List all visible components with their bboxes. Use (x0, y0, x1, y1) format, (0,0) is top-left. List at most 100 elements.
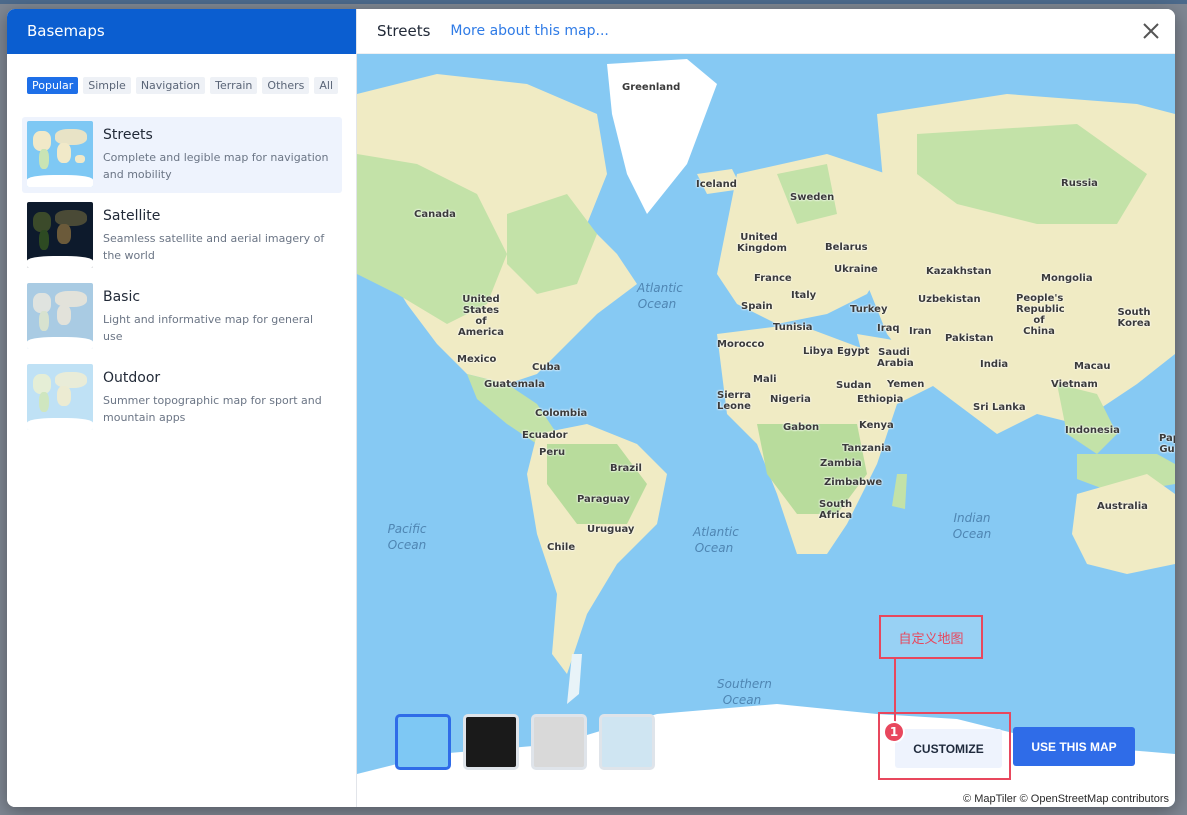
filter-others[interactable]: Others (262, 77, 310, 94)
map-label: Nigeria (770, 394, 811, 405)
map-label: United Kingdom (737, 232, 787, 254)
basemap-item-streets[interactable]: Streets Complete and legible map for nav… (22, 117, 342, 193)
map-label: Chile (547, 542, 576, 553)
close-icon (1143, 23, 1159, 39)
map-label: Morocco (717, 339, 765, 350)
filter-navigation[interactable]: Navigation (135, 77, 206, 94)
filter-simple[interactable]: Simple (83, 77, 131, 94)
map-label: Zimbabwe (824, 477, 883, 488)
map-label: Tanzania (842, 443, 892, 454)
map-label: Vietnam (1051, 379, 1098, 390)
map-label: France (754, 273, 792, 284)
map-canvas[interactable]: Greenland Iceland Canada Russia Sweden U… (357, 54, 1175, 807)
basemap-item-title: Streets (103, 127, 153, 143)
map-label: Kenya (859, 420, 894, 431)
map-label: Peru (539, 447, 566, 458)
basemap-list: Streets Complete and legible map for nav… (22, 117, 342, 441)
style-variant-light[interactable] (599, 714, 655, 770)
map-label: Uruguay (587, 524, 635, 535)
outdoor-thumbnail (27, 364, 93, 430)
basic-thumbnail (27, 283, 93, 349)
style-variant-default[interactable] (395, 714, 451, 770)
map-label: Yemen (887, 379, 925, 390)
map-label: Greenland (622, 82, 681, 93)
map-label: Sri Lanka (973, 402, 1026, 413)
filter-terrain[interactable]: Terrain (210, 77, 258, 94)
basemap-item-title: Satellite (103, 208, 161, 224)
style-variant-gray[interactable] (531, 714, 587, 770)
basemap-item-desc: Summer topographic map for sport and mou… (103, 394, 322, 424)
map-label: Sweden (790, 192, 835, 203)
map-label: Italy (791, 290, 817, 301)
map-label: Indonesia (1065, 425, 1120, 436)
map-label: Saudi Arabia (877, 347, 914, 369)
ocean-label: Indian Ocean (952, 511, 992, 541)
annotation-step-badge: 1 (883, 721, 905, 743)
ocean-label: Pacific Ocean (387, 522, 427, 552)
basemap-item-satellite[interactable]: Satellite Seamless satellite and aerial … (22, 198, 342, 274)
sidebar-title: Basemaps (7, 9, 356, 54)
page-top-strip (0, 0, 1187, 4)
map-label: Ethiopia (857, 394, 904, 405)
map-label: Brazil (610, 463, 642, 474)
ocean-label: Southern Ocean (717, 677, 772, 707)
selected-map-name: Streets (377, 22, 431, 40)
map-label: South Korea (1117, 307, 1151, 329)
map-label: Colombia (535, 408, 588, 419)
map-label: Guatemala (484, 379, 545, 390)
close-button[interactable] (1141, 21, 1161, 41)
map-preview-panel: Streets More about this map... Greenland… (357, 9, 1175, 807)
map-label: South Africa (819, 499, 853, 521)
streets-thumbnail (27, 121, 93, 187)
map-label: India (980, 359, 1009, 370)
filter-popular[interactable]: Popular (27, 77, 79, 94)
map-label: Macau (1074, 361, 1111, 372)
map-label: Australia (1097, 501, 1148, 512)
map-label: Zambia (820, 458, 862, 469)
map-label: Uzbekistan (918, 294, 981, 305)
basemap-item-desc: Light and informative map for general us… (103, 313, 314, 343)
map-label: Tunisia (773, 322, 813, 333)
customize-button[interactable]: CUSTOMIZE (895, 729, 1002, 768)
use-this-map-button[interactable]: USE THIS MAP (1013, 727, 1135, 766)
map-label: Sudan (836, 380, 872, 391)
map-label: Mexico (457, 354, 497, 365)
map-label: Turkey (850, 304, 888, 315)
map-label: Ukraine (834, 264, 878, 275)
category-filters: Popular Simple Navigation Terrain Others… (27, 77, 339, 94)
map-header: Streets More about this map... (357, 9, 1175, 54)
style-variant-picker (395, 714, 655, 770)
satellite-thumbnail (27, 202, 93, 268)
basemap-item-outdoor[interactable]: Outdoor Summer topographic map for sport… (22, 360, 342, 436)
map-label: Libya (803, 346, 834, 357)
more-about-map-link[interactable]: More about this map... (450, 23, 608, 39)
map-label: Mali (753, 374, 777, 385)
map-attribution: © MapTiler © OpenStreetMap contributors (963, 793, 1169, 805)
basemap-item-desc: Complete and legible map for navigation … (103, 151, 329, 181)
filter-all[interactable]: All (314, 77, 339, 94)
map-label: Iceland (696, 179, 737, 190)
basemap-item-desc: Seamless satellite and aerial imagery of… (103, 232, 325, 262)
basemaps-modal: Basemaps Popular Simple Navigation Terra… (7, 9, 1175, 807)
map-label: Sierra Leone (717, 390, 752, 412)
map-label: Pakistan (945, 333, 994, 344)
map-label: Mongolia (1041, 273, 1093, 284)
map-label: Kazakhstan (926, 266, 992, 277)
map-label: Spain (741, 301, 773, 312)
basemap-item-title: Basic (103, 289, 141, 305)
basemap-item-basic[interactable]: Basic Light and informative map for gene… (22, 279, 342, 355)
map-label: United States of America (458, 294, 504, 338)
map-label: Paraguay (577, 494, 630, 505)
basemap-item-title: Outdoor (103, 370, 161, 386)
annotation-connector (894, 659, 896, 723)
ocean-label: Atlantic Ocean (693, 525, 739, 555)
map-label: Iran (909, 326, 932, 337)
map-label: Belarus (825, 242, 868, 253)
map-label: Papu Gu (1159, 433, 1175, 455)
map-label: Gabon (783, 422, 820, 433)
map-label: Ecuador (522, 430, 568, 441)
basemaps-sidebar: Basemaps Popular Simple Navigation Terra… (7, 9, 357, 807)
annotation-label: 自定义地图 (879, 615, 983, 659)
style-variant-dark[interactable] (463, 714, 519, 770)
map-label: People's Republic of China (1016, 293, 1065, 337)
